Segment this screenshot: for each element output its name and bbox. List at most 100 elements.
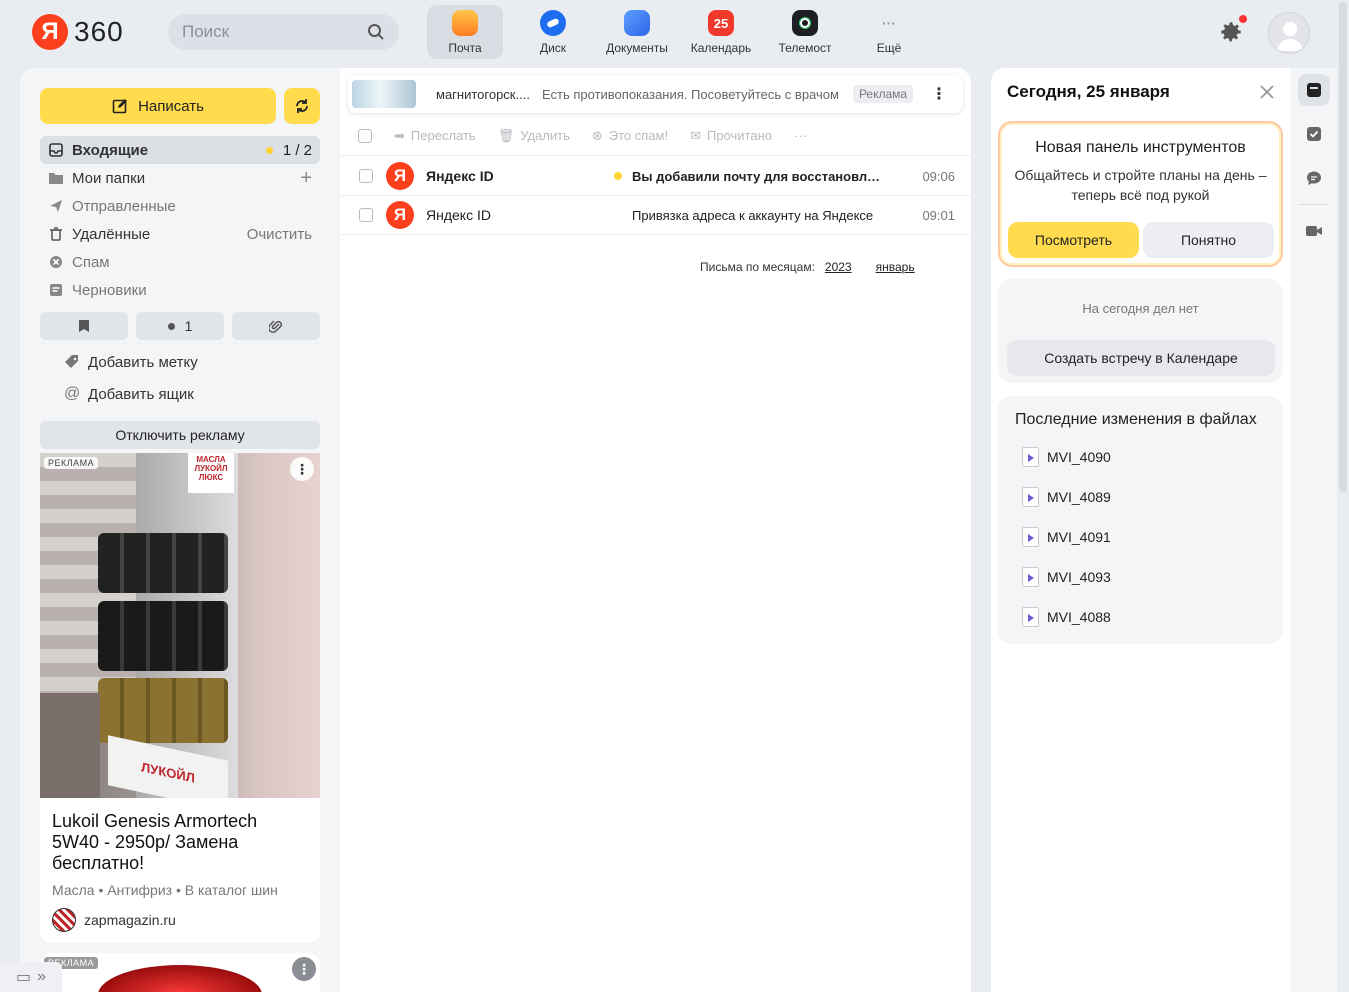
top-ad-banner[interactable]: магнитогорск.... Есть противопоказания. … (348, 75, 963, 113)
ad-menu-icon[interactable]: ⋮ (292, 957, 316, 981)
no-tasks-text: На сегодня дел нет (1082, 301, 1199, 316)
app-calendar[interactable]: 25 Календарь (679, 5, 763, 59)
file-item[interactable]: MVI_4093 (1022, 567, 1111, 587)
app-mail[interactable]: Почта (427, 5, 503, 59)
filter-bookmarked[interactable] (40, 312, 128, 340)
message-checkbox[interactable] (359, 208, 373, 222)
mail-icon (452, 10, 478, 36)
ad-text: Есть противопоказания. Посоветуйтесь с в… (542, 86, 839, 102)
page-scrollbar[interactable] (1339, 2, 1347, 492)
ad-title[interactable]: Lukoil Genesis Armortech 5W40 - 2950р/ З… (52, 811, 282, 874)
add-folder-icon[interactable]: + (300, 167, 312, 190)
mail-toolbar: ➡ Переслать 🗑 Удалить ⊗ Это спам! ✉ Прочитан… (340, 116, 971, 156)
ad-meta[interactable]: Масла • Антифриз • В каталог шин (52, 882, 278, 898)
file-item[interactable]: MVI_4091 (1022, 527, 1111, 547)
rail-today-button[interactable] (1298, 74, 1330, 106)
avatar[interactable] (1268, 12, 1310, 54)
collapse-panel[interactable]: ▭ » (0, 962, 62, 992)
ad-site[interactable]: zapmagazin.ru (52, 908, 176, 932)
spam-label: Это спам! (608, 128, 669, 143)
tag-icon (65, 355, 78, 368)
spam-icon (48, 254, 64, 270)
disk-icon (540, 10, 566, 36)
add-mailbox-link[interactable]: @ Добавить ящик (64, 383, 194, 405)
message-checkbox[interactable] (359, 169, 373, 183)
folder-sent[interactable]: Отправленные (40, 192, 320, 220)
folder-drafts[interactable]: Черновики (40, 276, 320, 304)
folder-spam[interactable]: Спам (40, 248, 320, 276)
today-icon (1307, 83, 1321, 97)
recent-files-title: Последние изменения в файлах (1015, 411, 1257, 428)
delete-button[interactable]: 🗑 Удалить (498, 128, 570, 144)
spam-button[interactable]: ⊗ Это спам! (592, 128, 668, 144)
ad-menu-icon[interactable]: ⋮ (290, 457, 314, 481)
calendar-small-icon[interactable]: ▭ (16, 967, 31, 987)
filter-attachments[interactable] (232, 312, 320, 340)
add-label-link[interactable]: Добавить метку (64, 351, 198, 373)
file-item[interactable]: MVI_4088 (1022, 607, 1111, 627)
file-name: MVI_4091 (1047, 529, 1111, 545)
create-meeting-button[interactable]: Создать встречу в Календаре (1007, 340, 1275, 376)
drafts-icon (48, 282, 64, 298)
app-documents[interactable]: Документы (595, 5, 679, 59)
video-file-icon (1022, 567, 1039, 587)
message-sender: Яндекс ID (426, 168, 494, 184)
gear-icon[interactable] (1218, 19, 1244, 45)
unread-dot-icon (167, 322, 175, 330)
sidebar-ad-card-2[interactable]: РЕКЛАМА ⋮ (40, 953, 320, 992)
brand-sign: МАСЛА ЛУКОЙЛ ЛЮКС (188, 453, 234, 493)
forward-button[interactable]: ➡ Переслать (394, 128, 476, 144)
message-time: 09:01 (922, 207, 955, 223)
yandex-360-logo[interactable]: Я 360 (32, 14, 124, 50)
more-actions-button[interactable]: ··· (794, 128, 807, 143)
rail-tasks-button[interactable] (1298, 118, 1330, 150)
got-it-button[interactable]: Понятно (1143, 222, 1274, 258)
expand-icon[interactable]: » (37, 968, 46, 986)
clear-trash-button[interactable]: Очистить (247, 226, 312, 243)
unread-dot (265, 146, 273, 154)
unread-dot[interactable] (614, 172, 622, 180)
month-link[interactable]: январь (876, 260, 915, 274)
bookmark-icon (79, 320, 89, 332)
app-label: Документы (606, 41, 668, 55)
refresh-button[interactable] (284, 88, 320, 124)
file-name: MVI_4089 (1047, 489, 1111, 505)
disable-ads-button[interactable]: Отключить рекламу (40, 421, 320, 449)
select-all-checkbox[interactable] (358, 128, 372, 143)
ad-image: МАСЛА ЛУКОЙЛ ЛЮКС ЛУКОЙЛ РЕКЛАМА ⋮ (40, 453, 320, 798)
envelope-open-icon: ✉ (690, 127, 701, 143)
logo-ya: Я (32, 14, 68, 50)
view-button[interactable]: Посмотреть (1008, 222, 1139, 258)
folder-label: Спам (72, 253, 110, 271)
year-link[interactable]: 2023 (825, 260, 852, 274)
rail-telemost-button[interactable] (1298, 215, 1330, 247)
app-label: Ещё (876, 41, 902, 55)
folder-deleted[interactable]: Удалённые Очистить (40, 220, 320, 248)
message-row[interactable]: Я Яндекс ID Привязка адреса к аккаунту н… (340, 196, 971, 235)
oil-row-2 (98, 601, 228, 671)
app-disk[interactable]: Диск (511, 5, 595, 59)
message-time: 09:06 (922, 168, 955, 184)
file-name: MVI_4093 (1047, 569, 1111, 585)
file-item[interactable]: MVI_4089 (1022, 487, 1111, 507)
video-file-icon (1022, 607, 1039, 627)
filter-unread[interactable]: 1 (136, 312, 224, 340)
folder-inbox[interactable]: Входящие 1 / 2 (40, 136, 320, 164)
video-camera-icon (1306, 226, 1322, 236)
sidebar-ad-card[interactable]: МАСЛА ЛУКОЙЛ ЛЮКС ЛУКОЙЛ РЕКЛАМА ⋮ Lukoi… (40, 453, 320, 943)
ad-label: Реклама (852, 85, 914, 103)
message-subject: Вы добавили почту для восстановления (632, 168, 884, 184)
ad-menu-icon[interactable]: ⋮ (931, 84, 947, 104)
close-icon[interactable] (1257, 82, 1277, 102)
file-item[interactable]: MVI_4090 (1022, 447, 1111, 467)
app-telemost[interactable]: Телемост (763, 5, 847, 59)
mark-read-button[interactable]: ✉ Прочитано (690, 128, 772, 144)
message-row[interactable]: Я Яндекс ID Вы добавили почту для восста… (340, 157, 971, 196)
search-input[interactable]: Поиск (168, 14, 399, 50)
rail-chat-button[interactable] (1298, 162, 1330, 194)
folder-my-folders[interactable]: Мои папки + (40, 164, 320, 192)
right-rail (1291, 68, 1337, 992)
compose-button[interactable]: Написать (40, 88, 276, 124)
search-icon[interactable] (367, 23, 385, 41)
app-more[interactable]: ··· Ещё (847, 5, 931, 59)
